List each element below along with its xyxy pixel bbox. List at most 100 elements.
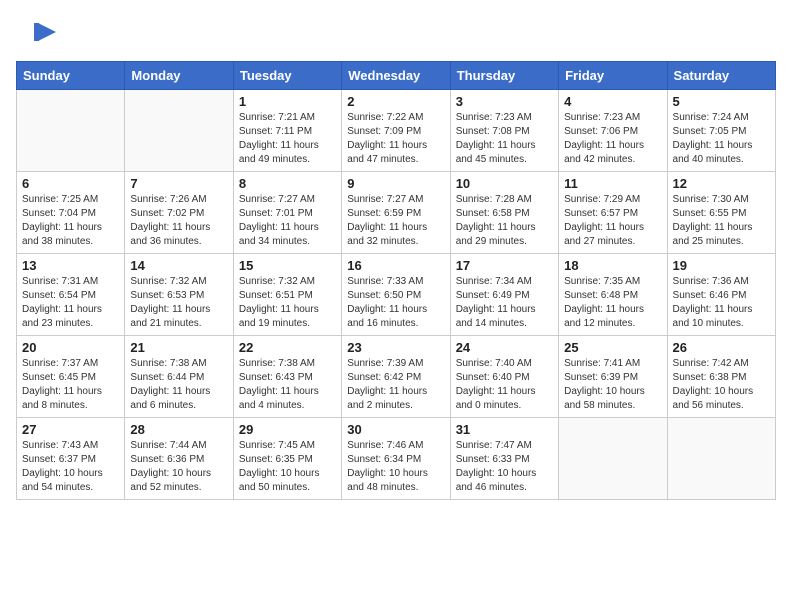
calendar-cell: 27 Sunrise: 7:43 AM Sunset: 6:37 PM Dayli… — [17, 418, 125, 500]
day-number: 4 — [564, 94, 661, 109]
day-info: Sunrise: 7:23 AM Sunset: 7:06 PM Dayligh… — [564, 111, 661, 167]
day-info: Sunrise: 7:24 AM Sunset: 7:05 PM Dayligh… — [673, 111, 770, 167]
day-header-wednesday: Wednesday — [342, 62, 450, 90]
day-number: 27 — [22, 422, 119, 437]
calendar-cell: 28 Sunrise: 7:44 AM Sunset: 6:36 PM Dayli… — [125, 418, 233, 500]
calendar-cell: 11 Sunrise: 7:29 AM Sunset: 6:57 PM Dayli… — [559, 172, 667, 254]
day-number: 10 — [456, 176, 553, 191]
day-info: Sunrise: 7:41 AM Sunset: 6:39 PM Dayligh… — [564, 357, 661, 413]
day-info: Sunrise: 7:45 AM Sunset: 6:35 PM Dayligh… — [239, 439, 336, 495]
day-number: 6 — [22, 176, 119, 191]
day-info: Sunrise: 7:26 AM Sunset: 7:02 PM Dayligh… — [130, 193, 227, 249]
calendar-cell: 5 Sunrise: 7:24 AM Sunset: 7:05 PM Daylig… — [667, 90, 775, 172]
day-info: Sunrise: 7:23 AM Sunset: 7:08 PM Dayligh… — [456, 111, 553, 167]
day-number: 2 — [347, 94, 444, 109]
calendar-cell — [667, 418, 775, 500]
calendar-cell: 19Sunrise: 7:36 AM Sunset: 6:46 PM Dayli… — [667, 254, 775, 336]
day-header-saturday: Saturday — [667, 62, 775, 90]
calendar-cell: 18 Sunrise: 7:35 AM Sunset: 6:48 PM Dayli… — [559, 254, 667, 336]
day-number: 5 — [673, 94, 770, 109]
calendar-cell: 4 Sunrise: 7:23 AM Sunset: 7:06 PM Daylig… — [559, 90, 667, 172]
day-number: 24 — [456, 340, 553, 355]
calendar-cell: 8 Sunrise: 7:27 AM Sunset: 7:01 PM Daylig… — [233, 172, 341, 254]
calendar-cell: 10 Sunrise: 7:28 AM Sunset: 6:58 PM Dayli… — [450, 172, 558, 254]
week-row-2: 13 Sunrise: 7:31 AM Sunset: 6:54 PM Dayli… — [17, 254, 776, 336]
calendar-cell: 13 Sunrise: 7:31 AM Sunset: 6:54 PM Dayli… — [17, 254, 125, 336]
day-number: 31 — [456, 422, 553, 437]
day-number: 22 — [239, 340, 336, 355]
calendar-cell: 3 Sunrise: 7:23 AM Sunset: 7:08 PM Daylig… — [450, 90, 558, 172]
day-info: Sunrise: 7:46 AM Sunset: 6:34 PM Dayligh… — [347, 439, 444, 495]
day-number: 9 — [347, 176, 444, 191]
day-number: 20 — [22, 340, 119, 355]
day-info: Sunrise: 7:39 AM Sunset: 6:42 PM Dayligh… — [347, 357, 444, 413]
day-number: 7 — [130, 176, 227, 191]
day-info: Sunrise: 7:28 AM Sunset: 6:58 PM Dayligh… — [456, 193, 553, 249]
week-row-4: 27 Sunrise: 7:43 AM Sunset: 6:37 PM Dayli… — [17, 418, 776, 500]
day-info: Sunrise: 7:27 AM Sunset: 7:01 PM Dayligh… — [239, 193, 336, 249]
day-number: 3 — [456, 94, 553, 109]
calendar-cell: 23 Sunrise: 7:39 AM Sunset: 6:42 PM Dayli… — [342, 336, 450, 418]
day-info: Sunrise: 7:29 AM Sunset: 6:57 PM Dayligh… — [564, 193, 661, 249]
calendar-cell: 20Sunrise: 7:37 AM Sunset: 6:45 PM Dayli… — [17, 336, 125, 418]
calendar-cell: 26Sunrise: 7:42 AM Sunset: 6:38 PM Dayli… — [667, 336, 775, 418]
calendar-cell: 29 Sunrise: 7:45 AM Sunset: 6:35 PM Dayli… — [233, 418, 341, 500]
calendar-cell: 2 Sunrise: 7:22 AM Sunset: 7:09 PM Daylig… — [342, 90, 450, 172]
calendar-cell: 1 Sunrise: 7:21 AM Sunset: 7:11 PM Daylig… — [233, 90, 341, 172]
week-row-0: 1 Sunrise: 7:21 AM Sunset: 7:11 PM Daylig… — [17, 90, 776, 172]
day-number: 15 — [239, 258, 336, 273]
calendar-cell: 30 Sunrise: 7:46 AM Sunset: 6:34 PM Dayli… — [342, 418, 450, 500]
calendar-cell: 14Sunrise: 7:32 AM Sunset: 6:53 PM Dayli… — [125, 254, 233, 336]
day-number: 29 — [239, 422, 336, 437]
day-info: Sunrise: 7:22 AM Sunset: 7:09 PM Dayligh… — [347, 111, 444, 167]
day-info: Sunrise: 7:44 AM Sunset: 6:36 PM Dayligh… — [130, 439, 227, 495]
day-info: Sunrise: 7:38 AM Sunset: 6:43 PM Dayligh… — [239, 357, 336, 413]
week-row-1: 6 Sunrise: 7:25 AM Sunset: 7:04 PM Daylig… — [17, 172, 776, 254]
calendar-cell: 25Sunrise: 7:41 AM Sunset: 6:39 PM Dayli… — [559, 336, 667, 418]
day-number: 16 — [347, 258, 444, 273]
day-info: Sunrise: 7:32 AM Sunset: 6:51 PM Dayligh… — [239, 275, 336, 331]
day-number: 18 — [564, 258, 661, 273]
day-number: 8 — [239, 176, 336, 191]
day-number: 1 — [239, 94, 336, 109]
calendar-cell — [17, 90, 125, 172]
calendar-cell: 7 Sunrise: 7:26 AM Sunset: 7:02 PM Daylig… — [125, 172, 233, 254]
calendar-cell: 24Sunrise: 7:40 AM Sunset: 6:40 PM Dayli… — [450, 336, 558, 418]
day-info: Sunrise: 7:36 AM Sunset: 6:46 PM Dayligh… — [673, 275, 770, 331]
day-number: 13 — [22, 258, 119, 273]
calendar-cell: 17 Sunrise: 7:34 AM Sunset: 6:49 PM Dayli… — [450, 254, 558, 336]
calendar-header: SundayMondayTuesdayWednesdayThursdayFrid… — [17, 62, 776, 90]
day-header-tuesday: Tuesday — [233, 62, 341, 90]
day-info: Sunrise: 7:47 AM Sunset: 6:33 PM Dayligh… — [456, 439, 553, 495]
day-header-thursday: Thursday — [450, 62, 558, 90]
calendar-cell — [125, 90, 233, 172]
day-header-friday: Friday — [559, 62, 667, 90]
header — [0, 0, 792, 61]
day-number: 26 — [673, 340, 770, 355]
day-number: 17 — [456, 258, 553, 273]
calendar-cell: 15 Sunrise: 7:32 AM Sunset: 6:51 PM Dayli… — [233, 254, 341, 336]
logo-icon — [28, 18, 58, 53]
day-number: 23 — [347, 340, 444, 355]
day-info: Sunrise: 7:33 AM Sunset: 6:50 PM Dayligh… — [347, 275, 444, 331]
day-info: Sunrise: 7:43 AM Sunset: 6:37 PM Dayligh… — [22, 439, 119, 495]
day-info: Sunrise: 7:21 AM Sunset: 7:11 PM Dayligh… — [239, 111, 336, 167]
calendar-cell: 31 Sunrise: 7:47 AM Sunset: 6:33 PM Dayli… — [450, 418, 558, 500]
logo — [24, 18, 58, 53]
calendar-cell: 22 Sunrise: 7:38 AM Sunset: 6:43 PM Dayli… — [233, 336, 341, 418]
calendar-cell: 21Sunrise: 7:38 AM Sunset: 6:44 PM Dayli… — [125, 336, 233, 418]
day-info: Sunrise: 7:25 AM Sunset: 7:04 PM Dayligh… — [22, 193, 119, 249]
calendar-cell: 16 Sunrise: 7:33 AM Sunset: 6:50 PM Dayli… — [342, 254, 450, 336]
day-number: 11 — [564, 176, 661, 191]
calendar-cell — [559, 418, 667, 500]
day-info: Sunrise: 7:35 AM Sunset: 6:48 PM Dayligh… — [564, 275, 661, 331]
day-info: Sunrise: 7:31 AM Sunset: 6:54 PM Dayligh… — [22, 275, 119, 331]
week-row-3: 20Sunrise: 7:37 AM Sunset: 6:45 PM Dayli… — [17, 336, 776, 418]
day-info: Sunrise: 7:27 AM Sunset: 6:59 PM Dayligh… — [347, 193, 444, 249]
calendar-cell: 6 Sunrise: 7:25 AM Sunset: 7:04 PM Daylig… — [17, 172, 125, 254]
calendar-table: SundayMondayTuesdayWednesdayThursdayFrid… — [16, 61, 776, 500]
day-number: 30 — [347, 422, 444, 437]
day-header-sunday: Sunday — [17, 62, 125, 90]
day-number: 28 — [130, 422, 227, 437]
day-info: Sunrise: 7:34 AM Sunset: 6:49 PM Dayligh… — [456, 275, 553, 331]
